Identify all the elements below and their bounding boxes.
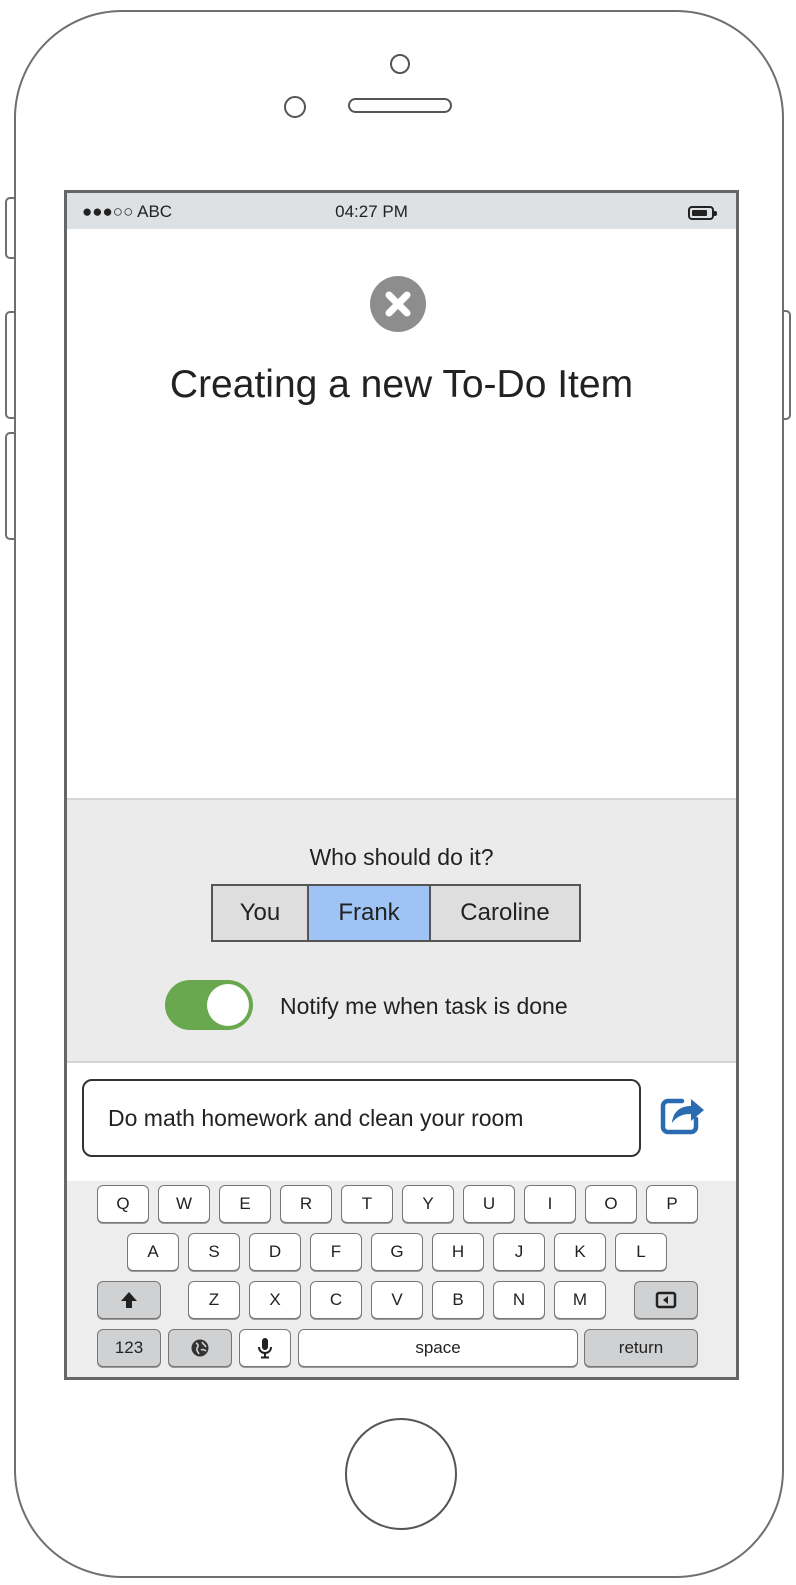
assignment-panel: Who should do it? You Frank Caroline Not… [67, 798, 736, 1063]
send-button[interactable] [658, 1093, 708, 1137]
front-camera [390, 54, 410, 74]
status-time: 04:27 PM [335, 202, 408, 221]
key-u[interactable]: U [463, 1185, 515, 1223]
assignee-prompt: Who should do it? [309, 844, 494, 870]
key-o[interactable]: O [585, 1185, 637, 1223]
status-bar: ●●●○○ ABC 04:27 PM [67, 193, 736, 229]
key-f[interactable]: F [310, 1233, 362, 1271]
key-g[interactable]: G [371, 1233, 423, 1271]
task-input[interactable] [82, 1079, 641, 1157]
assignee-segmented-control: You Frank Caroline [211, 884, 581, 942]
toggle-knob [207, 984, 249, 1026]
screen: ●●●○○ ABC 04:27 PM Creating a new To-Do … [64, 190, 739, 1380]
backspace-key[interactable] [634, 1281, 698, 1319]
key-p[interactable]: P [646, 1185, 698, 1223]
battery-icon [688, 206, 717, 220]
key-i[interactable]: I [524, 1185, 576, 1223]
space-key[interactable]: space [298, 1329, 578, 1367]
shift-arrow-icon [121, 1292, 137, 1308]
return-key[interactable]: return [584, 1329, 698, 1367]
task-input-row [67, 1063, 736, 1181]
close-button[interactable] [370, 276, 426, 332]
key-q[interactable]: Q [97, 1185, 149, 1223]
globe-icon [191, 1339, 209, 1357]
backspace-icon [655, 1291, 677, 1309]
key-b[interactable]: B [432, 1281, 484, 1319]
notify-label: Notify me when task is done [280, 993, 568, 1019]
key-a[interactable]: A [127, 1233, 179, 1271]
page-title: Creating a new To-Do Item [169, 363, 634, 406]
microphone-icon [258, 1338, 272, 1359]
power-button [783, 310, 791, 420]
key-n[interactable]: N [493, 1281, 545, 1319]
shift-key[interactable] [97, 1281, 161, 1319]
key-w[interactable]: W [158, 1185, 210, 1223]
globe-key[interactable] [168, 1329, 232, 1367]
share-icon [660, 1098, 704, 1135]
key-d[interactable]: D [249, 1233, 301, 1271]
key-z[interactable]: Z [188, 1281, 240, 1319]
key-y[interactable]: Y [402, 1185, 454, 1223]
key-v[interactable]: V [371, 1281, 423, 1319]
assignee-option-you[interactable]: You [213, 886, 309, 940]
home-button[interactable] [345, 1418, 457, 1530]
assignee-option-caroline[interactable]: Caroline [431, 886, 579, 940]
numbers-key[interactable]: 123 [97, 1329, 161, 1367]
keyboard: Q W E R T Y U I O P A S D F G H J K L Z … [67, 1181, 736, 1377]
microphone-key[interactable] [239, 1329, 291, 1367]
key-x[interactable]: X [249, 1281, 301, 1319]
key-c[interactable]: C [310, 1281, 362, 1319]
key-h[interactable]: H [432, 1233, 484, 1271]
key-r[interactable]: R [280, 1185, 332, 1223]
close-icon [385, 291, 411, 317]
key-l[interactable]: L [615, 1233, 667, 1271]
key-e[interactable]: E [219, 1185, 271, 1223]
key-k[interactable]: K [554, 1233, 606, 1271]
notify-toggle[interactable] [165, 980, 253, 1030]
earpiece-speaker [348, 98, 452, 113]
key-t[interactable]: T [341, 1185, 393, 1223]
key-m[interactable]: M [554, 1281, 606, 1319]
key-j[interactable]: J [493, 1233, 545, 1271]
assignee-option-frank[interactable]: Frank [309, 886, 431, 940]
key-s[interactable]: S [188, 1233, 240, 1271]
proximity-sensor [284, 96, 306, 118]
